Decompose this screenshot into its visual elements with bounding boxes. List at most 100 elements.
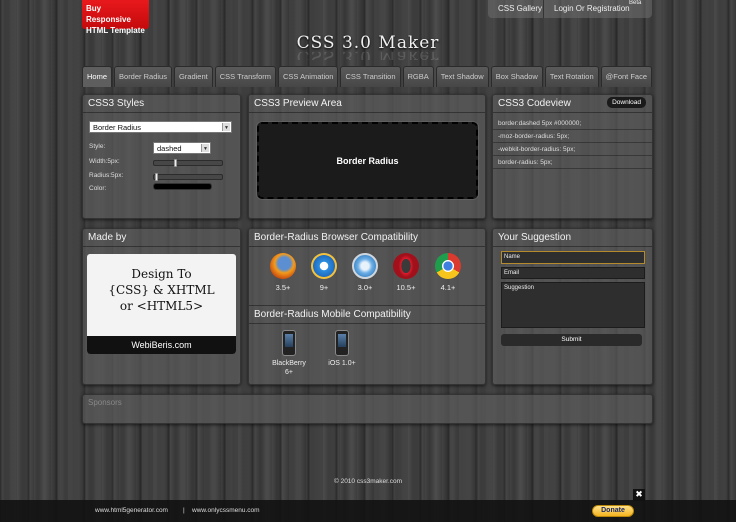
panel-title: CSS3 Preview Area	[254, 98, 342, 109]
panel-title: CSS3 Styles	[88, 98, 145, 109]
border-style-value: dashed	[157, 144, 182, 153]
section-divider	[249, 323, 485, 324]
browser-safari: 3.0+	[350, 253, 380, 292]
width-slider[interactable]	[153, 159, 223, 167]
onlycssmenu-link[interactable]: www.onlycssmenu.com	[192, 507, 260, 514]
ie-icon	[311, 253, 337, 279]
name-field[interactable]: Name	[501, 251, 645, 264]
panel-divider	[83, 246, 240, 247]
bottom-bar: www.html5generator.com | www.onlycssmenu…	[0, 500, 736, 522]
tab-rgba[interactable]: RGBA	[402, 66, 434, 87]
safari-icon	[352, 253, 378, 279]
css3-preview-panel: CSS3 Preview Area Border Radius	[248, 94, 486, 219]
radius-label: Radius:5px:	[89, 172, 124, 179]
tab-css-transition[interactable]: CSS Transition	[340, 66, 401, 87]
ad-line-3: or <HTML5>	[119, 299, 204, 313]
color-label: Color:	[89, 185, 107, 192]
browser-version: 3.0+	[357, 283, 373, 292]
panel-divider	[493, 112, 652, 113]
radius-slider[interactable]	[153, 173, 223, 181]
ad-footer: WebiBeris.com	[87, 336, 236, 354]
sponsors-panel: Sponsors	[82, 394, 653, 424]
email-field[interactable]: Email	[501, 267, 645, 279]
suggestion-panel: Your Suggestion Name Email Suggestion Su…	[492, 228, 653, 385]
panel-divider	[249, 246, 485, 247]
login-registration-link[interactable]: Login Or Registration	[554, 4, 630, 13]
sponsors-title: Sponsors	[88, 398, 122, 407]
style-type-select[interactable]: Border Radius ▼	[89, 121, 232, 133]
tab-bar: Home Border Radius Gradient CSS Transfor…	[82, 66, 653, 87]
code-line: -webkit-border-radius: 5px;	[493, 143, 652, 156]
panel-title: Your Suggestion	[498, 232, 572, 243]
mobile-label: BlackBerry	[272, 360, 306, 367]
tab-text-rotation[interactable]: Text Rotation	[544, 66, 599, 87]
top-nav: CSS Gallery Login Or Registration Beta	[488, 0, 652, 18]
mobile-version: 6+	[285, 369, 293, 376]
tab-css-animation[interactable]: CSS Animation	[278, 66, 339, 87]
width-label: Width:5px:	[89, 158, 120, 165]
browser-version: 3.5+	[275, 283, 291, 292]
browser-chrome: 4.1+	[433, 253, 463, 292]
chrome-icon	[435, 253, 461, 279]
tab-box-shadow[interactable]: Box Shadow	[490, 66, 543, 87]
tab-font-face[interactable]: @Font Face	[600, 66, 653, 87]
panel-divider	[249, 112, 485, 113]
browser-firefox: 3.5+	[268, 253, 298, 292]
mobile-compat-title: Border-Radius Mobile Compatibility	[254, 309, 411, 320]
tab-gradient[interactable]: Gradient	[173, 66, 213, 87]
section-divider	[249, 305, 485, 306]
copyright-text: © 2010 css3maker.com	[333, 478, 402, 485]
browser-compat-panel: Border-Radius Browser Compatibility 3.5+…	[248, 228, 486, 385]
tab-home[interactable]: Home	[82, 66, 113, 87]
ad-line-2: {CSS} & XHTML	[108, 283, 215, 297]
panel-divider	[83, 112, 240, 113]
browser-opera: 10.5+	[391, 253, 421, 292]
promo-line-1: Buy Responsive	[86, 4, 131, 24]
site-logo-reflection: CSS 3.0 Maker	[0, 52, 736, 60]
css3-styles-panel: CSS3 Styles Border Radius ▼ Style: dashe…	[82, 94, 241, 219]
suggestion-textarea[interactable]: Suggestion	[501, 282, 645, 328]
style-label: Style:	[89, 143, 106, 150]
top-nav-divider	[543, 0, 544, 18]
download-button[interactable]: Download	[607, 97, 646, 108]
beta-label: Beta	[629, 0, 642, 6]
chevron-down-icon: ▼	[222, 123, 230, 131]
html5generator-link[interactable]: www.html5generator.com	[95, 507, 168, 514]
code-line: -moz-border-radius: 5px;	[493, 130, 652, 143]
code-line: border-radius: 5px;	[493, 156, 652, 169]
radius-slider-handle[interactable]	[155, 173, 158, 181]
blackberry-icon	[282, 330, 296, 356]
chevron-down-icon: ▼	[201, 144, 209, 152]
made-by-panel: Made by Design To {CSS} & XHTML or <HTML…	[82, 228, 241, 385]
tab-border-radius[interactable]: Border Radius	[114, 66, 172, 87]
browser-version: 10.5+	[396, 283, 416, 292]
firefox-icon	[270, 253, 296, 279]
opera-icon	[393, 253, 419, 279]
width-slider-handle[interactable]	[174, 159, 177, 167]
code-line: border:dashed 5px #000000;	[493, 117, 652, 130]
ad-line-1: Design To	[131, 267, 192, 281]
browser-ie: 9+	[309, 253, 339, 292]
tab-text-shadow[interactable]: Text Shadow	[435, 66, 489, 87]
css-gallery-link[interactable]: CSS Gallery	[498, 4, 542, 13]
mobile-blackberry: BlackBerry 6+	[267, 330, 311, 377]
mobile-iphone: iOS 1.0+	[325, 330, 359, 368]
preview-box-text: Border Radius	[336, 156, 399, 166]
browser-version: 9+	[319, 283, 329, 292]
panel-title: Made by	[88, 232, 127, 243]
preview-box: Border Radius	[256, 121, 479, 200]
color-picker[interactable]	[153, 183, 212, 190]
mobile-label: iOS 1.0+	[328, 360, 356, 367]
browser-version: 4.1+	[440, 283, 456, 292]
webiberis-ad[interactable]: Design To {CSS} & XHTML or <HTML5> WebiB…	[87, 254, 236, 354]
footer-separator: |	[183, 507, 185, 514]
css3-codeview-panel: CSS3 Codeview Download border:dashed 5px…	[492, 94, 653, 219]
border-style-select[interactable]: dashed ▼	[153, 142, 211, 154]
panel-divider	[493, 246, 652, 247]
tab-css-transform[interactable]: CSS Transform	[214, 66, 277, 87]
buy-template-banner[interactable]: Buy Responsive HTML Template	[82, 0, 149, 35]
site-logo[interactable]: CSS 3.0 Maker	[0, 33, 736, 53]
style-type-value: Border Radius	[93, 123, 141, 132]
donate-button[interactable]: Donate	[592, 505, 634, 517]
submit-button[interactable]: Submit	[501, 334, 642, 346]
